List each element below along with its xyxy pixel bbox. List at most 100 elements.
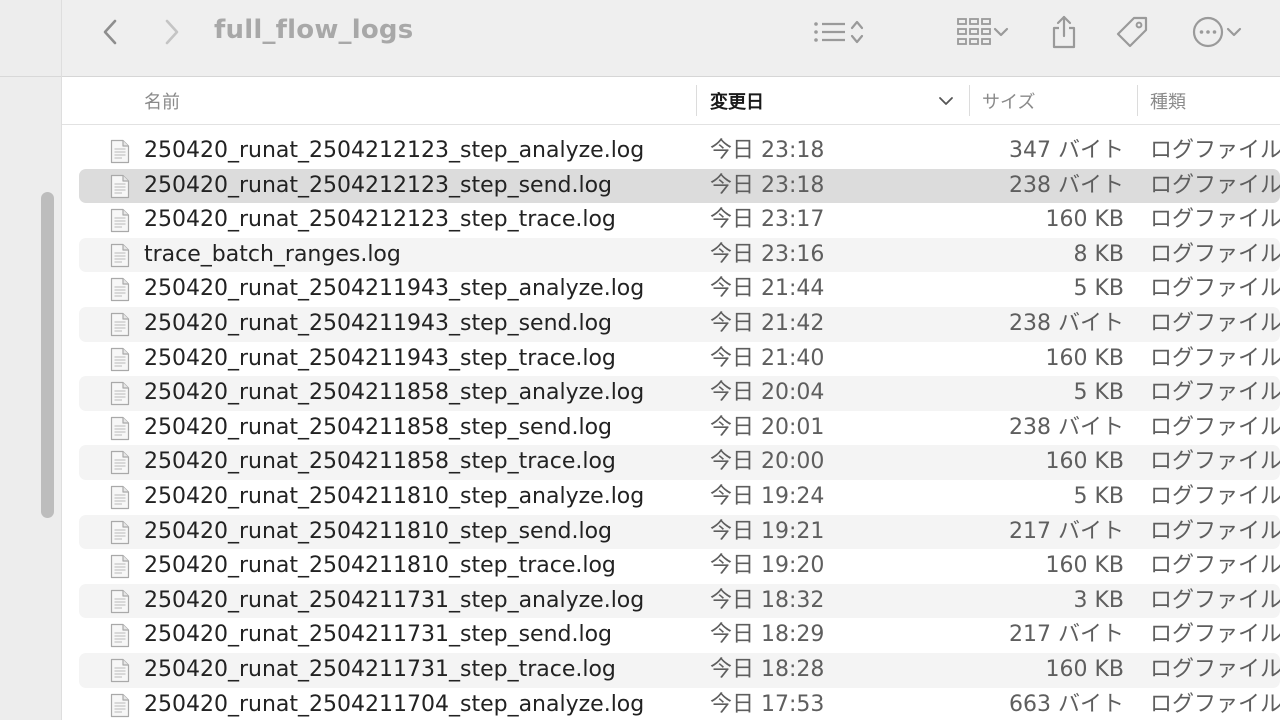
file-row[interactable]: 250420_runat_2504211858_step_trace.log 今日… <box>62 445 1280 480</box>
file-date: 今日 17:53 <box>710 691 825 717</box>
log-file-icon <box>110 139 130 164</box>
column-header-kind[interactable]: 種類 <box>1150 77 1186 124</box>
file-kind: ログファイル <box>1150 172 1280 198</box>
file-size: 160 KB <box>1045 207 1124 233</box>
file-size: 8 KB <box>1073 241 1124 267</box>
file-name: 250420_runat_2504211858_step_trace.log <box>144 449 616 475</box>
column-header-date[interactable]: 変更日 <box>710 77 764 124</box>
file-size: 238 バイト <box>1009 172 1124 198</box>
file-kind: ログファイル <box>1150 449 1280 475</box>
file-kind: ログファイル <box>1150 414 1280 440</box>
log-file-icon <box>110 589 130 614</box>
chevron-left-icon <box>103 19 117 45</box>
file-size: 217 バイト <box>1009 518 1124 544</box>
file-kind: ログファイル <box>1150 276 1280 302</box>
grid-icon <box>957 18 991 45</box>
file-date: 今日 23:18 <box>710 138 825 163</box>
file-date: 今日 18:29 <box>710 622 825 648</box>
log-file-icon <box>110 174 130 199</box>
forward-button[interactable] <box>154 14 190 50</box>
file-row[interactable]: 250420_runat_2504211704_step_analyze.log… <box>62 688 1280 720</box>
file-size: 160 KB <box>1045 656 1124 682</box>
file-name: 250420_runat_2504211704_step_analyze.log <box>144 691 645 717</box>
more-actions-button[interactable] <box>1186 12 1248 52</box>
chevron-down-icon <box>939 96 953 105</box>
share-button[interactable] <box>1044 12 1084 52</box>
toolbar: full_flow_logs <box>62 0 1280 77</box>
file-date: 今日 23:17 <box>710 207 825 233</box>
file-name: 250420_runat_2504211810_step_trace.log <box>144 553 616 579</box>
file-row[interactable]: 250420_runat_2504211731_step_trace.log 今日… <box>62 652 1280 688</box>
column-header-size[interactable]: サイズ <box>982 77 1035 124</box>
file-row[interactable]: trace_batch_ranges.log 今日 23:16 8 KB ログファイル <box>62 237 1280 273</box>
file-date: 今日 20:04 <box>710 380 825 406</box>
file-name: 250420_runat_2504211731_step_trace.log <box>144 656 616 682</box>
log-file-icon <box>110 381 130 406</box>
file-kind: ログファイル <box>1150 656 1280 682</box>
file-row[interactable]: 250420_runat_2504211858_step_send.log 今日 … <box>62 411 1280 446</box>
share-icon <box>1052 15 1076 49</box>
file-name: 250420_runat_2504211731_step_send.log <box>144 622 613 648</box>
sidebar-scrollbar[interactable] <box>41 192 54 518</box>
back-button[interactable] <box>92 14 128 50</box>
sort-updown-icon <box>850 20 864 44</box>
file-date: 今日 23:16 <box>710 241 825 267</box>
log-file-icon <box>110 693 130 718</box>
file-row[interactable]: 250420_runat_2504211731_step_analyze.log… <box>62 583 1280 619</box>
file-size: 238 バイト <box>1009 310 1124 336</box>
file-row[interactable]: 250420_runat_2504212123_step_analyze.log… <box>62 134 1280 169</box>
sidebar <box>0 0 62 720</box>
group-button[interactable] <box>948 14 1018 50</box>
file-date: 今日 21:44 <box>710 276 825 302</box>
file-size: 5 KB <box>1073 380 1124 406</box>
column-divider[interactable] <box>1137 85 1138 116</box>
file-name: 250420_runat_2504211858_step_analyze.log <box>144 380 645 406</box>
file-row[interactable]: 250420_runat_2504211810_step_send.log 今日 … <box>62 514 1280 550</box>
file-row[interactable]: 250420_runat_2504211943_step_analyze.log… <box>62 272 1280 307</box>
log-file-icon <box>110 520 130 545</box>
file-size: 3 KB <box>1073 587 1124 613</box>
log-file-icon <box>110 312 130 337</box>
file-kind: ログファイル <box>1150 207 1280 233</box>
finder-window: full_flow_logs 名前 変更日 サイズ 種類 250420_runa… <box>0 0 1280 720</box>
file-row[interactable]: 250420_runat_2504211731_step_send.log 今日 … <box>62 618 1280 653</box>
file-size: 347 バイト <box>1009 138 1124 163</box>
file-size: 5 KB <box>1073 483 1124 509</box>
column-header-name[interactable]: 名前 <box>144 77 180 124</box>
file-name: 250420_runat_2504212123_step_send.log <box>144 172 613 198</box>
log-file-icon <box>110 347 130 372</box>
column-divider[interactable] <box>969 85 970 116</box>
file-kind: ログファイル <box>1150 518 1280 544</box>
file-name: 250420_runat_2504211810_step_send.log <box>144 518 613 544</box>
log-file-icon <box>110 554 130 579</box>
file-size: 217 バイト <box>1009 622 1124 648</box>
file-date: 今日 19:24 <box>710 483 825 509</box>
folder-title: full_flow_logs <box>214 15 414 45</box>
file-name: trace_batch_ranges.log <box>144 241 401 267</box>
chevron-down-icon <box>993 27 1009 37</box>
chevron-down-icon <box>1226 27 1242 37</box>
file-row[interactable]: 250420_runat_2504211943_step_trace.log 今日… <box>62 342 1280 377</box>
file-name: 250420_runat_2504211858_step_send.log <box>144 414 613 440</box>
file-row[interactable]: 250420_runat_2504211810_step_trace.log 今日… <box>62 549 1280 584</box>
file-date: 今日 19:20 <box>710 553 825 579</box>
file-name: 250420_runat_2504211731_step_analyze.log <box>144 587 645 613</box>
column-divider[interactable] <box>696 85 697 116</box>
file-kind: ログファイル <box>1150 483 1280 509</box>
file-size: 5 KB <box>1073 276 1124 302</box>
tag-button[interactable] <box>1112 12 1152 52</box>
file-row[interactable]: 250420_runat_2504211943_step_send.log 今日 … <box>62 306 1280 342</box>
file-row[interactable]: 250420_runat_2504212123_step_trace.log 今日… <box>62 203 1280 238</box>
tag-icon <box>1116 16 1148 48</box>
file-row[interactable]: 250420_runat_2504211858_step_analyze.log… <box>62 376 1280 411</box>
log-file-icon <box>110 208 130 233</box>
view-options-button[interactable] <box>804 14 874 50</box>
file-date: 今日 18:28 <box>710 656 825 682</box>
log-file-icon <box>110 277 130 302</box>
file-name: 250420_runat_2504211943_step_send.log <box>144 310 613 336</box>
file-kind: ログファイル <box>1150 587 1280 613</box>
sort-indicator[interactable] <box>938 77 954 124</box>
file-kind: ログファイル <box>1150 345 1280 371</box>
file-row[interactable]: 250420_runat_2504212123_step_send.log 今日 … <box>62 168 1280 204</box>
file-row[interactable]: 250420_runat_2504211810_step_analyze.log… <box>62 480 1280 515</box>
